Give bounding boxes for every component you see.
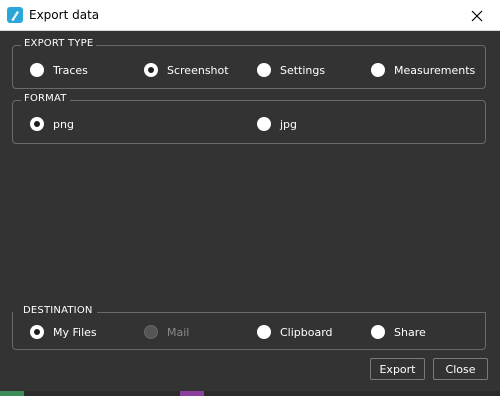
close-window-button[interactable]	[454, 0, 500, 31]
radio-png-label: png	[53, 117, 74, 131]
radio-settings[interactable]: Settings	[257, 63, 325, 77]
window-title: Export data	[29, 8, 100, 22]
radio-circle	[30, 117, 44, 131]
radio-screenshot-label: Screenshot	[167, 63, 229, 77]
radio-traces-label: Traces	[53, 63, 88, 77]
app-logo-icon	[7, 7, 23, 23]
format-group: FORMAT	[12, 93, 486, 144]
radio-measurements[interactable]: Measurements	[371, 63, 475, 77]
export-type-label: EXPORT TYPE	[21, 38, 97, 49]
taskbar-strip	[0, 391, 500, 396]
radio-share-label: Share	[394, 325, 426, 339]
radio-circle	[371, 325, 385, 339]
radio-my-files-label: My Files	[53, 325, 97, 339]
radio-circle	[144, 63, 158, 77]
title-bar: Export data	[0, 0, 500, 31]
close-button[interactable]: Close	[433, 358, 488, 380]
radio-jpg[interactable]: jpg	[257, 117, 297, 131]
radio-clipboard-label: Clipboard	[280, 325, 333, 339]
radio-traces[interactable]: Traces	[30, 63, 88, 77]
radio-measurements-label: Measurements	[394, 63, 476, 77]
export-button[interactable]: Export	[370, 358, 425, 380]
radio-circle	[30, 325, 44, 339]
radio-settings-label: Settings	[280, 63, 326, 77]
format-label: FORMAT	[21, 93, 70, 104]
radio-circle	[30, 63, 44, 77]
radio-circle	[257, 117, 271, 131]
radio-mail: Mail	[144, 325, 189, 339]
radio-png[interactable]: png	[30, 117, 74, 131]
radio-circle	[144, 325, 158, 339]
radio-circle	[257, 325, 271, 339]
close-icon	[471, 10, 483, 21]
radio-clipboard[interactable]: Clipboard	[257, 325, 333, 339]
radio-my-files[interactable]: My Files	[30, 325, 97, 339]
taskbar-app-green	[0, 391, 24, 396]
taskbar-app-purple	[180, 391, 204, 396]
radio-screenshot[interactable]: Screenshot	[144, 63, 229, 77]
radio-share[interactable]: Share	[371, 325, 426, 339]
radio-circle	[257, 63, 271, 77]
radio-jpg-label: jpg	[280, 117, 298, 131]
radio-mail-label: Mail	[167, 325, 190, 339]
radio-circle	[371, 63, 385, 77]
